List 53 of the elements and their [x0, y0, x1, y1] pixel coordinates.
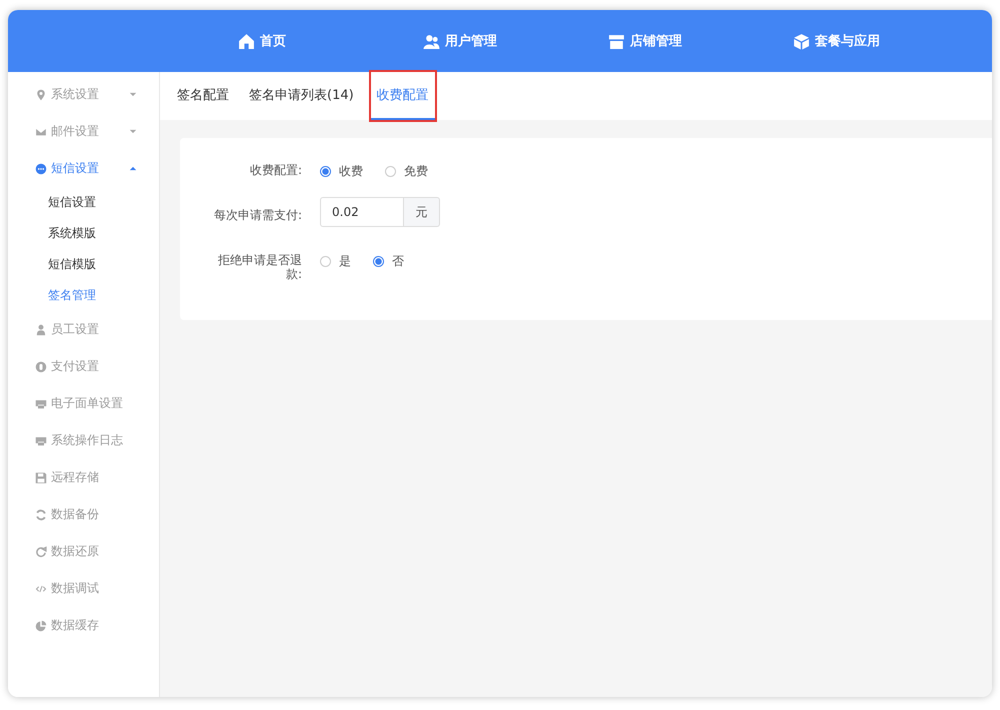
unit-suffix: 元: [404, 197, 440, 227]
cube-icon: [793, 32, 810, 50]
sidebar-item[interactable]: 邮件设置: [8, 113, 159, 150]
sidebar-subitem[interactable]: 短信模版: [8, 249, 159, 280]
form-label: 拒绝申请是否退款:: [217, 252, 302, 281]
sidebar-item[interactable]: 短信设置: [8, 150, 159, 187]
radio-option[interactable]: 是: [320, 253, 351, 270]
radio-option[interactable]: 否: [373, 253, 404, 270]
printer-icon: [35, 434, 47, 446]
radio-label: 免费: [404, 163, 428, 180]
users-icon: [423, 32, 440, 50]
home-icon: [238, 32, 255, 50]
sidebar-item[interactable]: 系统设置: [8, 76, 159, 113]
person-icon: [35, 324, 47, 336]
refresh-icon: [35, 508, 47, 520]
sidebar-item[interactable]: 数据调试: [8, 570, 159, 607]
sidebar-item[interactable]: 数据备份: [8, 496, 159, 533]
sidebar-subitem[interactable]: 短信设置: [8, 187, 159, 218]
pie-chart-icon: [35, 620, 47, 632]
radio-button[interactable]: [373, 256, 384, 267]
store-icon: [608, 32, 625, 50]
radio-button[interactable]: [385, 166, 396, 177]
radio-label: 收费: [339, 163, 363, 180]
sidebar-item[interactable]: 电子面单设置: [8, 385, 159, 422]
redo-icon: [35, 546, 47, 558]
tab[interactable]: 签名配置: [174, 72, 232, 120]
nav-link[interactable]: 店铺管理: [608, 32, 793, 50]
sidebar-item[interactable]: 数据还原: [8, 533, 159, 570]
form-label: 每次申请需支付:: [212, 207, 302, 222]
sidebar-item[interactable]: 支付设置: [8, 348, 159, 385]
sidebar-subitem[interactable]: 系统模版: [8, 218, 159, 249]
form-label: 收费配置:: [248, 162, 302, 177]
sidebar-item[interactable]: 系统操作日志: [8, 422, 159, 459]
tab[interactable]: 签名申请列表(14): [246, 72, 357, 120]
sidebar-item[interactable]: 员工设置: [8, 311, 159, 348]
radio-button[interactable]: [320, 256, 331, 267]
printer-icon: [35, 398, 47, 410]
radio-label: 是: [339, 253, 351, 270]
sidebar-item[interactable]: 数据缓存: [8, 607, 159, 644]
sidebar-item[interactable]: 远程存储: [8, 459, 159, 496]
coin-icon: [35, 360, 47, 372]
chat-icon: [35, 162, 47, 174]
amount-input-field[interactable]: 0.02: [320, 197, 404, 227]
nav-link[interactable]: 首页: [238, 32, 423, 50]
radio-label: 否: [392, 253, 404, 270]
nav-link[interactable]: 用户管理: [423, 32, 608, 50]
pin-icon: [35, 88, 47, 100]
radio-button[interactable]: [320, 166, 331, 177]
tab[interactable]: 收费配置: [370, 72, 435, 120]
nav-link[interactable]: 套餐与应用: [793, 32, 978, 50]
radio-option[interactable]: 收费: [320, 163, 363, 180]
radio-option[interactable]: 免费: [385, 163, 428, 180]
sidebar-subitem[interactable]: 签名管理: [8, 280, 159, 311]
